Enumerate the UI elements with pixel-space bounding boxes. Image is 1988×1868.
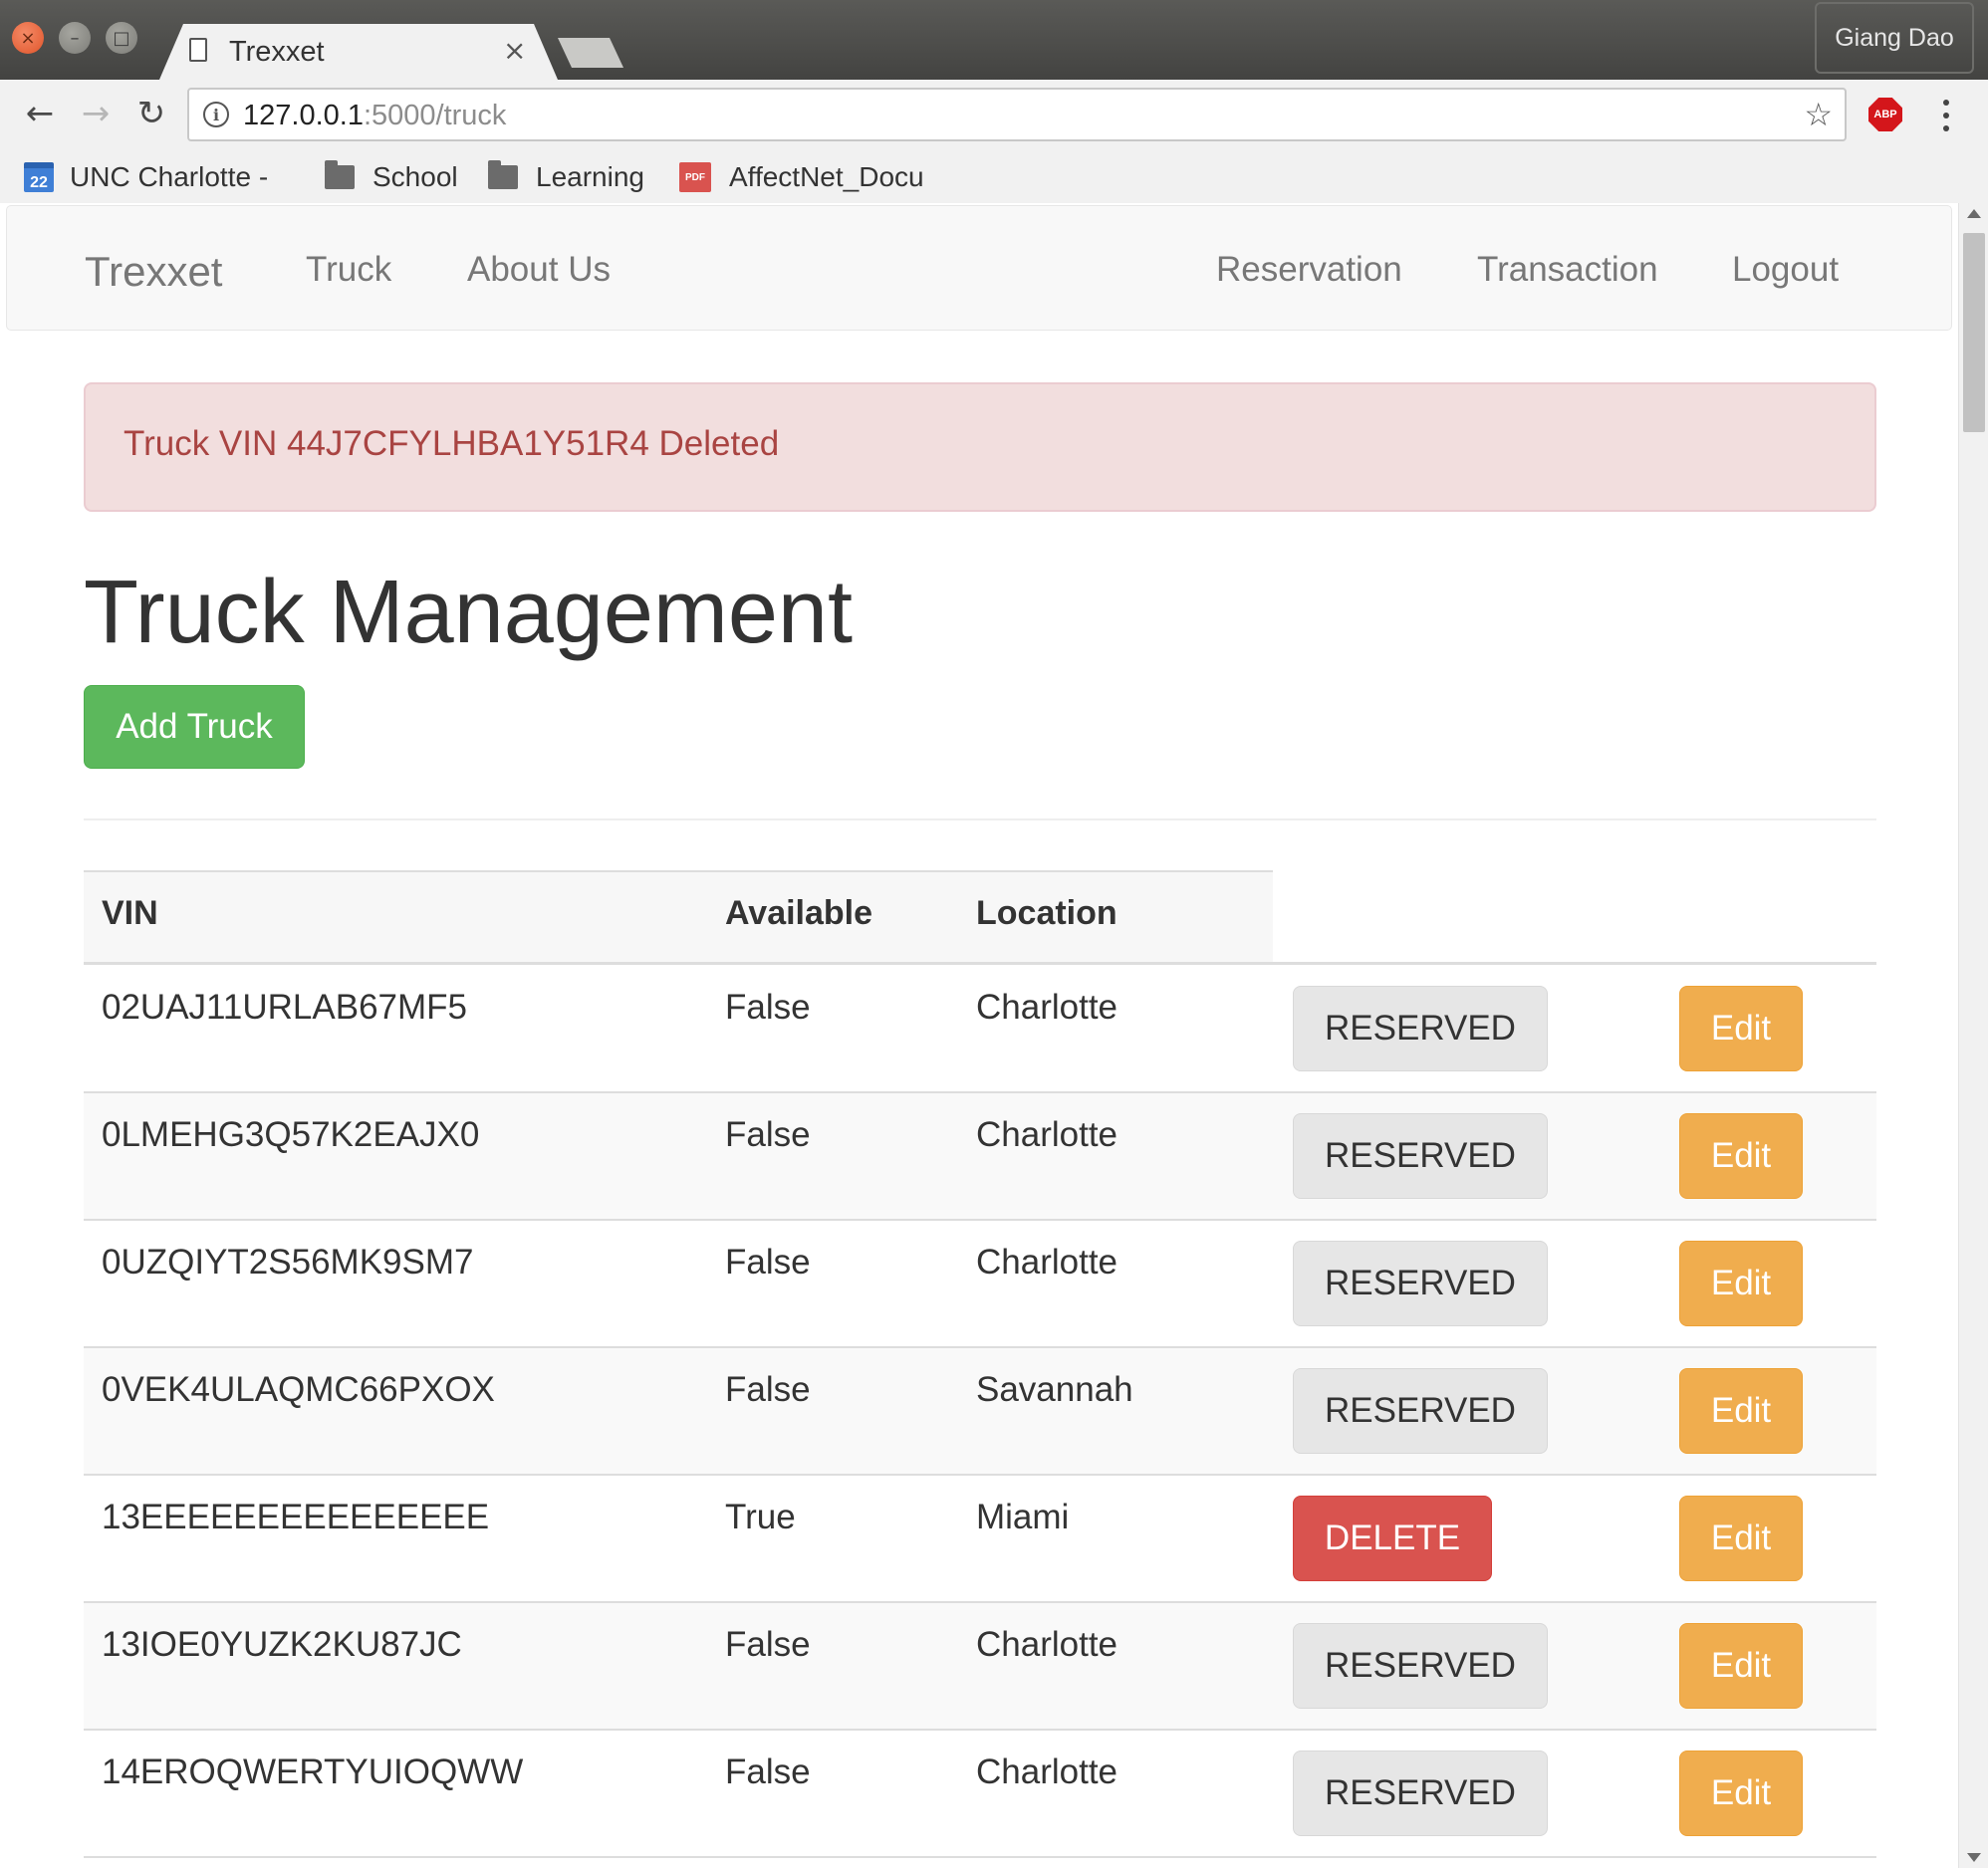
- cell-vin: 0UZQIYT2S56MK9SM7: [102, 1243, 474, 1282]
- cell-location: Charlotte: [976, 1625, 1118, 1664]
- back-arrow-icon[interactable]: ←: [18, 92, 62, 135]
- site-navbar: Trexxet Truck About Us Reservation Trans…: [6, 205, 1952, 331]
- cell-vin: 02UAJ11URLAB67MF5: [102, 988, 468, 1027]
- address-bar[interactable]: i 127.0.0.1:5000/truck ☆: [187, 88, 1847, 141]
- cell-vin: 14EROQWERTYUIOQWW: [102, 1752, 524, 1791]
- table-row: 13IOE0YUZK2KU87JC False Charlotte RESERVED E…: [84, 1603, 1876, 1731]
- alert-message: Truck VIN 44J7CFYLHBA1Y51R4 Deleted: [124, 424, 780, 463]
- url-text[interactable]: 127.0.0.1:5000/truck: [243, 100, 506, 132]
- brand-link[interactable]: Trexxet: [85, 248, 222, 296]
- cell-available: False: [725, 1625, 811, 1664]
- tab-close-icon[interactable]: ×: [503, 34, 526, 67]
- browser-menu-icon[interactable]: [1936, 96, 1956, 135]
- bookmark-label: UNC Charlotte -: [70, 161, 269, 192]
- nav-about-us[interactable]: About Us: [467, 250, 611, 290]
- header-vin: VIN: [102, 894, 158, 932]
- cell-vin: 13EEEEEEEEEEEEEEE: [102, 1498, 490, 1536]
- reserved-button[interactable]: RESERVED: [1293, 986, 1548, 1071]
- profile-button[interactable]: Giang Dao: [1815, 2, 1974, 74]
- reserved-button[interactable]: RESERVED: [1293, 1113, 1548, 1199]
- reserved-button[interactable]: RESERVED: [1293, 1368, 1548, 1454]
- reserved-button[interactable]: RESERVED: [1293, 1241, 1548, 1326]
- forward-arrow-icon[interactable]: →: [74, 92, 118, 135]
- cell-available: False: [725, 1243, 811, 1282]
- header-available: Available: [725, 894, 873, 932]
- nav-reservation[interactable]: Reservation: [1216, 250, 1402, 290]
- info-icon[interactable]: i: [203, 102, 229, 127]
- cell-location: Charlotte: [976, 1115, 1118, 1154]
- bookmark-label: School: [373, 161, 458, 192]
- edit-button[interactable]: Edit: [1679, 1241, 1803, 1326]
- window-minimize-button[interactable]: –: [59, 22, 91, 54]
- cell-vin: 13IOE0YUZK2KU87JC: [102, 1625, 462, 1664]
- scroll-up-arrow-icon[interactable]: [1967, 209, 1981, 218]
- tab-title: Trexxet: [229, 36, 325, 68]
- reserved-button[interactable]: RESERVED: [1293, 1623, 1548, 1709]
- scroll-thumb[interactable]: [1963, 233, 1985, 432]
- bookmark-star-icon[interactable]: ☆: [1804, 96, 1833, 133]
- table-row: 0LMEHG3Q57K2EAJX0 False Charlotte RESERVED E…: [84, 1093, 1876, 1221]
- edit-button[interactable]: Edit: [1679, 1368, 1803, 1454]
- header-location: Location: [976, 894, 1118, 932]
- bookmark-school[interactable]: School: [325, 157, 458, 197]
- cell-location: Charlotte: [976, 988, 1118, 1027]
- table-header-border: [84, 962, 1876, 965]
- table-row: 0VEK4ULAQMC66PXOX False Savannah RESERVED Ed…: [84, 1348, 1876, 1476]
- edit-button[interactable]: Edit: [1679, 1623, 1803, 1709]
- cell-location: Charlotte: [976, 1752, 1118, 1791]
- cell-available: True: [725, 1498, 796, 1536]
- delete-button[interactable]: DELETE: [1293, 1496, 1492, 1581]
- web-page: Trexxet Truck About Us Reservation Trans…: [0, 203, 1958, 1868]
- page-scrollbar[interactable]: [1958, 203, 1988, 1868]
- reload-icon[interactable]: ↻: [129, 92, 173, 135]
- table-row: 13EEEEEEEEEEEEEEE True Miami DELETE Edit: [84, 1476, 1876, 1603]
- document-icon: [189, 38, 207, 62]
- bookmark-affectnet[interactable]: PDF AffectNet_Docu: [679, 157, 924, 197]
- edit-button[interactable]: Edit: [1679, 1751, 1803, 1836]
- browser-toolbar: ← → ↻ i 127.0.0.1:5000/truck ☆ ABP: [0, 80, 1988, 151]
- cell-location: Miami: [976, 1498, 1070, 1536]
- browser-chrome: × – □ Trexxet × Giang Dao ← → ↻ i 127.0.…: [0, 0, 1988, 203]
- cell-vin: 0VEK4ULAQMC66PXOX: [102, 1370, 495, 1409]
- bookmark-label: AffectNet_Docu: [729, 161, 924, 192]
- page-title: Truck Management: [84, 563, 853, 662]
- nav-transaction[interactable]: Transaction: [1477, 250, 1658, 290]
- window-close-button[interactable]: ×: [12, 22, 44, 54]
- cell-location: Charlotte: [976, 1243, 1118, 1282]
- cell-location: Savannah: [976, 1370, 1133, 1409]
- cell-available: False: [725, 988, 811, 1027]
- edit-button[interactable]: Edit: [1679, 986, 1803, 1071]
- browser-tab[interactable]: Trexxet ×: [159, 24, 558, 80]
- folder-icon: [325, 160, 355, 189]
- new-tab-button[interactable]: [558, 38, 623, 68]
- window-maximize-button[interactable]: □: [106, 22, 137, 54]
- cell-available: False: [725, 1752, 811, 1791]
- table-row: 02UAJ11URLAB67MF5 False Charlotte RESERVED E…: [84, 966, 1876, 1093]
- table-row: 14EROQWERTYUIOQWW False Charlotte RESERVED E…: [84, 1731, 1876, 1858]
- nav-truck[interactable]: Truck: [306, 250, 391, 290]
- adblock-icon[interactable]: ABP: [1868, 98, 1902, 131]
- table-row: 0UZQIYT2S56MK9SM7 False Charlotte RESERVED E…: [84, 1221, 1876, 1348]
- divider: [84, 818, 1876, 820]
- bookmark-label: Learning: [536, 161, 644, 192]
- nav-logout[interactable]: Logout: [1732, 250, 1839, 290]
- edit-button[interactable]: Edit: [1679, 1496, 1803, 1581]
- title-bar: × – □ Trexxet × Giang Dao: [0, 0, 1988, 80]
- cell-available: False: [725, 1115, 811, 1154]
- reserved-button[interactable]: RESERVED: [1293, 1751, 1548, 1836]
- edit-button[interactable]: Edit: [1679, 1113, 1803, 1199]
- bookmarks-bar: 22 UNC Charlotte - School Learning PDF A…: [0, 151, 1988, 203]
- url-host: 127.0.0.1: [243, 100, 364, 131]
- url-path: :5000/truck: [363, 100, 507, 131]
- bookmark-unc-charlotte[interactable]: 22 UNC Charlotte -: [24, 157, 268, 197]
- calendar-icon: 22: [24, 162, 54, 192]
- scroll-down-arrow-icon[interactable]: [1967, 1853, 1981, 1862]
- cell-vin: 0LMEHG3Q57K2EAJX0: [102, 1115, 480, 1154]
- deleted-alert: Truck VIN 44J7CFYLHBA1Y51R4 Deleted: [84, 382, 1876, 512]
- folder-icon: [488, 160, 518, 189]
- add-truck-button[interactable]: Add Truck: [84, 685, 305, 769]
- bookmark-learning[interactable]: Learning: [488, 157, 644, 197]
- pdf-icon: PDF: [679, 162, 711, 192]
- cell-available: False: [725, 1370, 811, 1409]
